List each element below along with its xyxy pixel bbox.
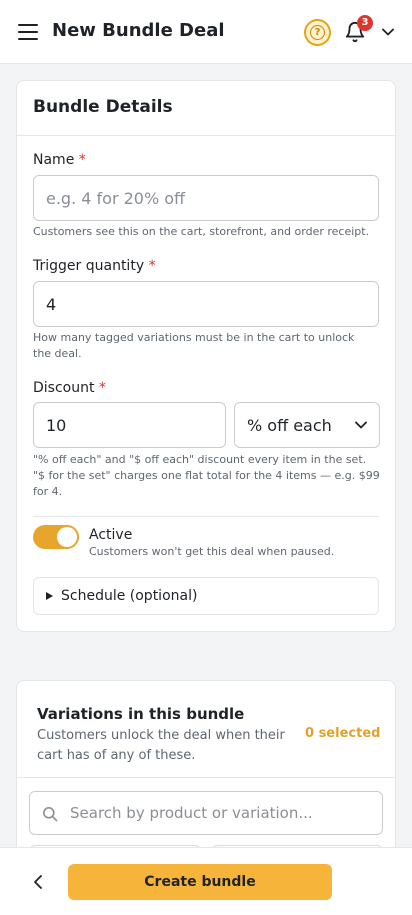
toggle-knob: [57, 527, 77, 547]
app-header: New Bundle Deal ? 3: [0, 0, 412, 64]
discount-value-input[interactable]: [33, 402, 226, 448]
active-label: Active: [89, 527, 133, 543]
divider: [33, 516, 379, 517]
help-symbol: ?: [310, 25, 325, 40]
selected-count: 0 selected: [305, 726, 381, 741]
card-title: Bundle Details: [33, 97, 173, 117]
active-toggle[interactable]: [33, 525, 79, 549]
required-marker: *: [78, 152, 86, 168]
variation-search[interactable]: [29, 791, 383, 835]
name-label: Name *: [33, 152, 86, 168]
discount-type-select[interactable]: % off each: [234, 402, 380, 448]
schedule-expander[interactable]: Schedule (optional): [33, 577, 379, 615]
name-label-text: Name: [33, 152, 75, 168]
discount-label-text: Discount: [33, 380, 95, 396]
schedule-label: Schedule (optional): [61, 588, 198, 604]
search-input[interactable]: [70, 792, 370, 834]
page-title: New Bundle Deal: [52, 20, 225, 41]
required-marker: *: [148, 258, 156, 274]
trigger-quantity-input[interactable]: [33, 281, 379, 327]
discount-label: Discount *: [33, 380, 106, 396]
chevron-left-icon[interactable]: [32, 874, 44, 890]
disclosure-triangle-icon: [46, 592, 53, 600]
trigger-quantity-label: Trigger quantity *: [33, 258, 156, 274]
name-help: Customers see this on the cart, storefro…: [33, 225, 370, 238]
variations-title: Variations in this bundle: [37, 705, 245, 723]
divider: [17, 777, 395, 778]
discount-help: "% off each" and "$ off each" discount e…: [33, 453, 380, 498]
notification-badge: 3: [357, 15, 373, 31]
question-mark-icon[interactable]: ?: [304, 19, 331, 46]
name-input[interactable]: [33, 175, 379, 221]
required-marker: *: [98, 380, 106, 396]
divider: [17, 135, 395, 136]
variations-description: Customers unlock the deal when their car…: [37, 728, 285, 763]
search-icon: [43, 807, 58, 822]
trigger-label-text: Trigger quantity: [33, 258, 145, 274]
bundle-details-card: Bundle Details Name * Customers see this…: [16, 80, 396, 632]
chevron-down-icon: [355, 421, 367, 429]
hamburger-menu-icon[interactable]: [18, 24, 38, 40]
chevron-down-icon[interactable]: [382, 27, 394, 37]
bottom-action-bar: Create bundle: [0, 847, 412, 915]
trigger-help: How many tagged variations must be in th…: [33, 331, 355, 360]
create-bundle-button[interactable]: Create bundle: [68, 864, 332, 900]
active-help: Customers won't get this deal when pause…: [89, 545, 335, 558]
discount-type-value: % off each: [247, 415, 332, 435]
